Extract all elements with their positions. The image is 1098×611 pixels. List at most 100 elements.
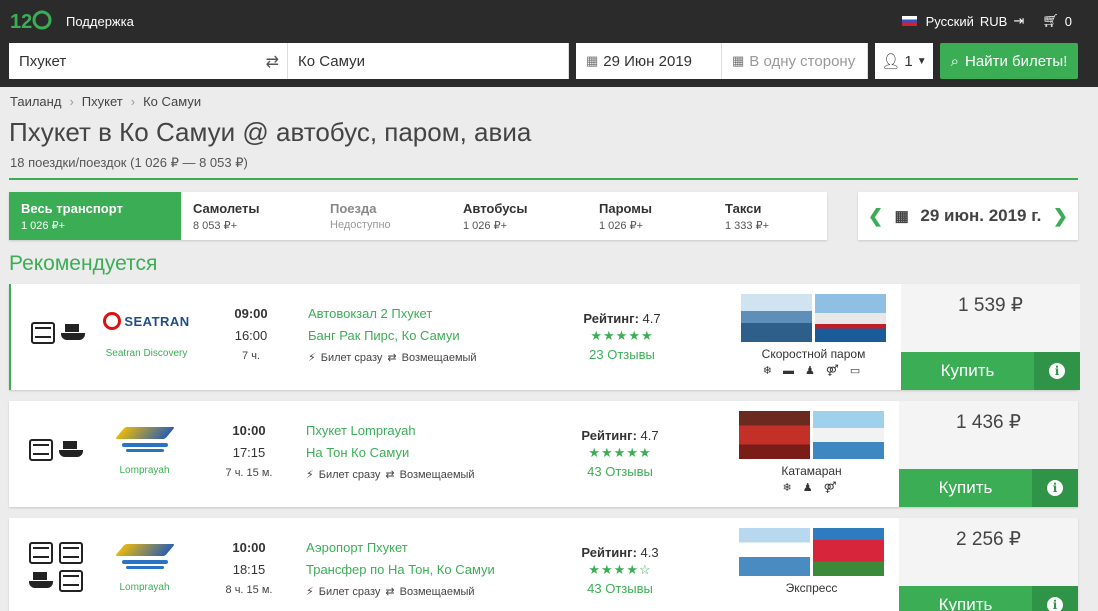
refund-icon: ⇄ [387,352,397,364]
breadcrumb-item[interactable]: Таиланд [10,94,61,109]
company[interactable]: SEATRAN Seatran Discovery [99,306,194,359]
tab-taxi[interactable]: Такси 1 333 ₽+ [713,192,827,240]
company-name[interactable]: Lomprayah [97,582,192,593]
chevron-left-icon[interactable]: ❮ [868,206,883,227]
reviews-link[interactable]: 23 Отзывы [577,347,667,362]
departure-station[interactable]: Аэропорт Пхукет [306,540,495,555]
info-button[interactable]: i [1032,586,1078,611]
date-field[interactable]: ▦ 29 Июн 2019 [576,43,722,79]
date-value: 29 Июн 2019 [603,52,693,70]
chevron-down-icon: ▼ [916,55,927,67]
info-button[interactable]: i [1034,352,1080,390]
duration: 7 ч. [242,350,260,362]
cart-icon[interactable]: 🛒︎ [1042,13,1059,29]
page-subtitle: 18 поездки/поездок (1 026 ₽ — 8 053 ₽) [10,155,248,170]
vehicle-photo[interactable] [815,294,886,342]
price-panel: 2 256 ₽ Купить i [899,518,1078,611]
vehicle-photo[interactable] [741,294,812,342]
tab-trains[interactable]: Поезда Недоступно [318,192,451,240]
login-icon[interactable]: ⇥ [1013,13,1024,29]
arrival-station[interactable]: Банг Рак Пирс, Ко Самуи [308,328,477,343]
vehicle-photos [739,411,884,459]
times: 09:00 16:00 7 ч. [216,306,286,362]
ferry-icon [61,322,85,342]
tab-price: 1 026 ₽+ [463,220,508,232]
buy-button[interactable]: Купить [901,352,1034,390]
price-panel: 1 436 ₽ Купить i [899,401,1078,507]
from-field[interactable]: Пхукет ⇄ [9,43,288,79]
vehicle-photo[interactable] [813,528,884,576]
reviews-link[interactable]: 43 Отзывы [575,464,665,479]
rating-value: 4.7 [642,311,661,326]
user-icon: 👤︎ [881,53,901,70]
tab-price: 1 333 ₽+ [725,220,770,232]
instant-ticket-label: Билет сразу [318,585,381,598]
tab-ferries[interactable]: Паромы 1 026 ₽+ [587,192,713,240]
search-icon: ⌕ [950,52,960,70]
bus-icon [31,322,55,344]
return-date-field[interactable]: ▦ В одну сторону [722,43,868,79]
price: 1 436 ₽ [956,412,1021,433]
company[interactable]: Lomprayah [97,540,192,593]
star-rating-icon: ★★★★★ [588,445,652,460]
calendar-icon: ▦ [732,53,745,68]
calendar-icon: ▦ [586,53,599,68]
ferry-icon [29,570,53,590]
instant-ticket-label: Билет сразу [320,351,383,364]
arrival-station[interactable]: Трансфер по На Тон, Ко Самуи [306,562,495,577]
passengers-count: 1 [904,52,913,70]
currency-selector[interactable]: RUB [980,14,1007,29]
breadcrumb-separator-icon: › [130,94,136,109]
russia-flag-icon [901,16,917,26]
vehicle-photo[interactable] [739,411,810,459]
chevron-right-icon[interactable]: ❯ [1053,206,1068,227]
arrival-station[interactable]: На Тон Ко Самуи [306,445,475,460]
reviews-link[interactable]: 43 Отзывы [575,581,665,596]
buy-button[interactable]: Купить [899,469,1032,507]
tab-price: 1 026 ₽+ [599,220,644,232]
rating-label: Рейтинг: [581,545,637,560]
arrival-time: 17:15 [232,445,266,460]
breadcrumb: Таиланд › Пхукет › Ко Самуи [10,94,201,109]
vehicle-photo[interactable] [739,528,810,576]
departure-station[interactable]: Автовокзал 2 Пхукет [308,306,477,321]
breadcrumb-item[interactable]: Пхукет [82,94,123,109]
info-button[interactable]: i [1032,469,1078,507]
page-title: Пхукет в Ко Самуи @ автобус, паром, авиа [9,117,532,147]
tab-all-transport[interactable]: Весь транспорт 1 026 ₽+ [9,192,181,240]
rating: Рейтинг: 4.7 ★★★★★ 23 Отзывы [577,311,667,362]
departure-station[interactable]: Пхукет Lomprayah [306,423,475,438]
rating-label: Рейтинг: [581,428,637,443]
breadcrumb-item[interactable]: Ко Самуи [143,94,201,109]
vehicle-photo[interactable] [813,411,884,459]
find-tickets-button[interactable]: ⌕ Найти билеты! [940,43,1078,79]
result-card[interactable]: Lomprayah 10:00 18:15 8 ч. 15 м. Аэропор… [9,518,1078,611]
rating-label: Рейтинг: [583,311,639,326]
bolt-icon: ⚡︎ [306,469,314,481]
to-field[interactable]: Ко Самуи [288,43,569,79]
result-card[interactable]: Lomprayah 10:00 17:15 7 ч. 15 м. Пхукет … [9,401,1078,507]
swap-icon[interactable]: ⇄ [266,52,279,72]
company-name[interactable]: Lomprayah [97,465,192,476]
tab-planes[interactable]: Самолеты 8 053 ₽+ [181,192,318,240]
tab-label: Такси [725,201,762,216]
top-bar: 12 Поддержка Русский RUB ⇥ 🛒︎ 0 Пхукет ⇄… [0,0,1098,87]
section-title: Рекомендуется [9,252,158,275]
site-logo[interactable]: 12 [8,4,52,36]
svg-text:12: 12 [10,11,32,33]
arrival-time: 16:00 [234,328,268,343]
vehicle-photos [741,294,886,342]
company[interactable]: Lomprayah [97,423,192,476]
current-date[interactable]: 29 июн. 2019 г. [920,206,1041,226]
tab-label: Весь транспорт [21,201,123,216]
ferry-icon [59,439,83,459]
cart-count[interactable]: 0 [1065,14,1072,29]
vehicle-icons [29,439,83,461]
language-selector[interactable]: Русский [926,14,974,29]
buy-button[interactable]: Купить [899,586,1032,611]
support-link[interactable]: Поддержка [66,14,134,29]
result-card[interactable]: SEATRAN Seatran Discovery 09:00 16:00 7 … [9,284,1080,390]
company-name[interactable]: Seatran Discovery [99,348,194,359]
tab-buses[interactable]: Автобусы 1 026 ₽+ [451,192,587,240]
passengers-selector[interactable]: 👤︎ 1 ▼ [875,43,933,79]
